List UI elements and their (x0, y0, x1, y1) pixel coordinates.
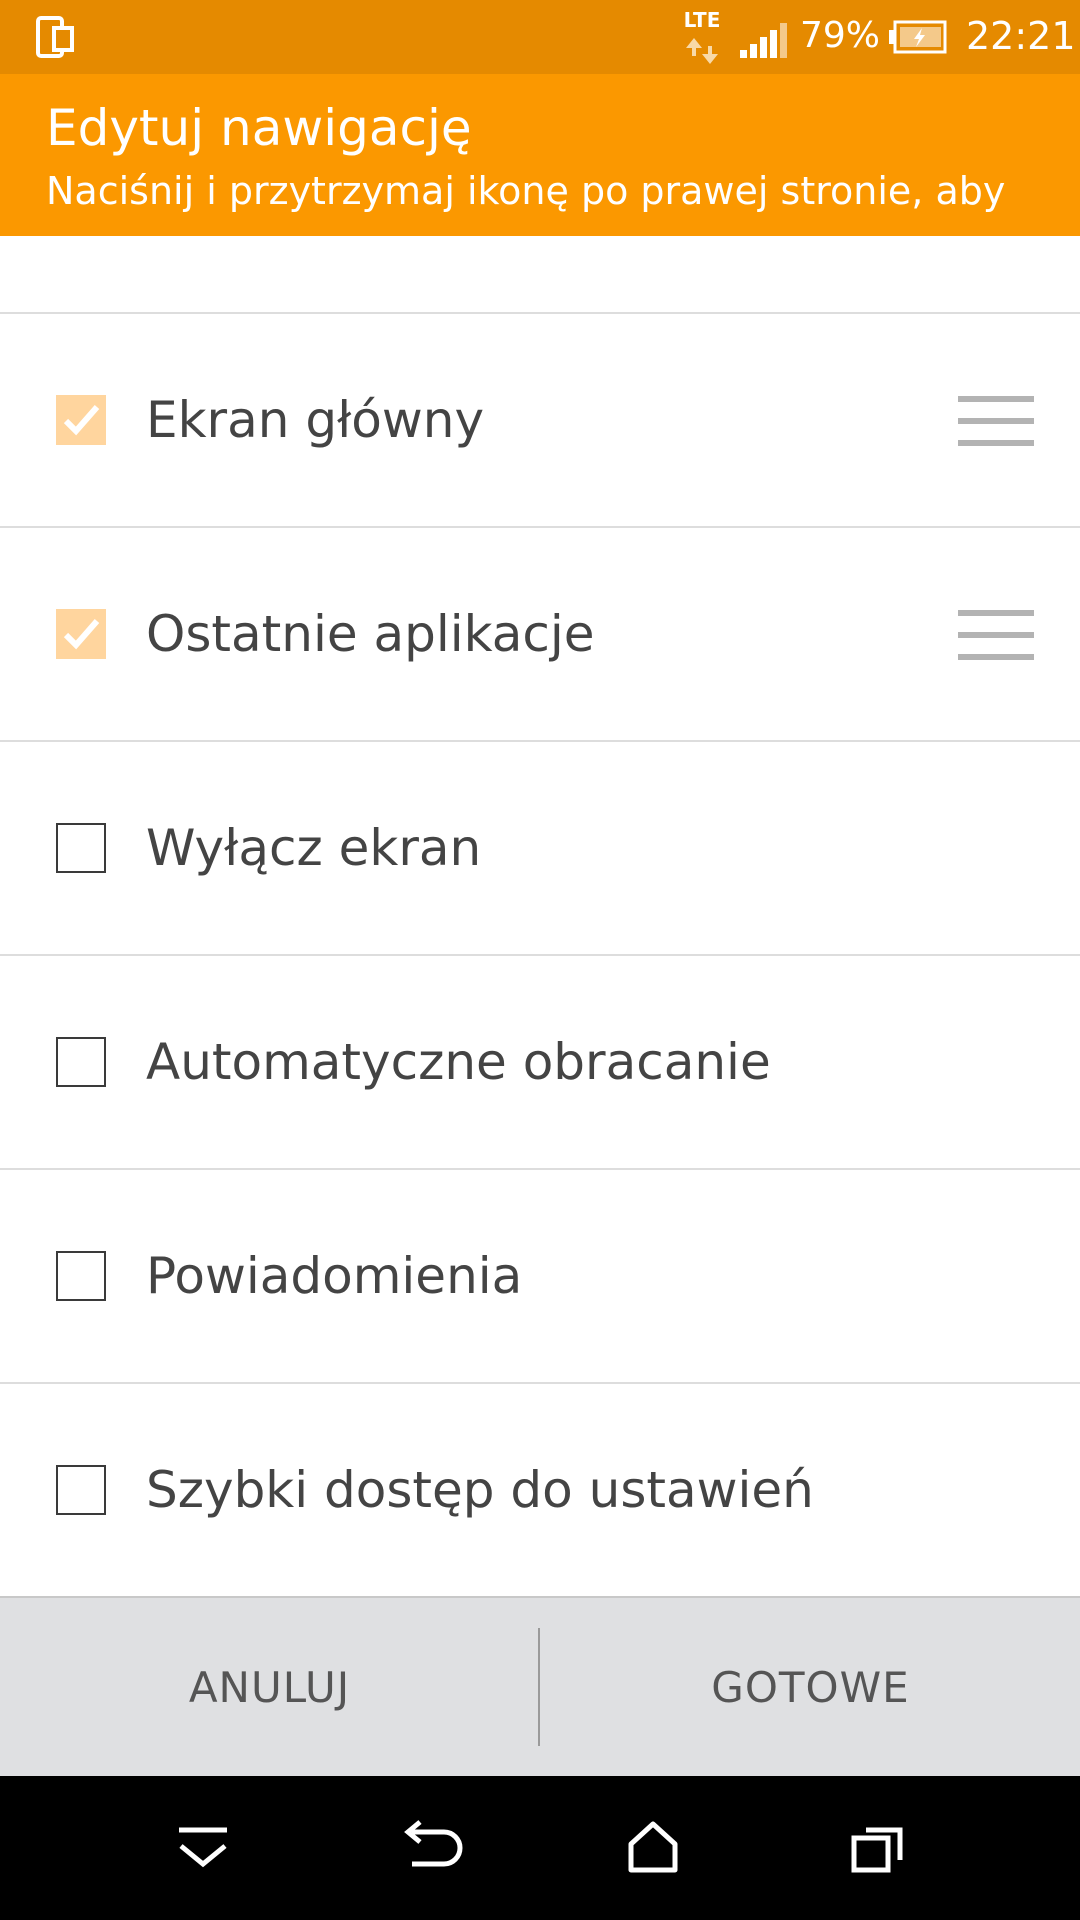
home-icon[interactable] (615, 1810, 691, 1886)
action-bar: ANULUJ GOTOWE (0, 1596, 1080, 1776)
clock: 22:21 (966, 14, 1076, 58)
lte-data-icon: LTE (678, 8, 726, 66)
list-item-screen-off[interactable]: Wyłącz ekran (0, 742, 1080, 956)
cancel-button[interactable]: ANULUJ (0, 1598, 539, 1776)
list-top-spacer (0, 236, 1080, 314)
checkbox-quick-settings[interactable] (56, 1465, 106, 1515)
checkbox-recent-apps[interactable] (56, 609, 106, 659)
item-label: Ekran główny (146, 391, 485, 449)
battery-charging-icon (888, 20, 948, 54)
checkbox-auto-rotate[interactable] (56, 1037, 106, 1087)
checkmark-icon (63, 619, 100, 650)
list-item-quick-settings[interactable]: Szybki dostęp do ustawień (0, 1384, 1080, 1598)
item-label: Ostatnie aplikacje (146, 605, 595, 663)
drag-handle-icon[interactable] (958, 396, 1034, 446)
checkbox-home-screen[interactable] (56, 395, 106, 445)
page-title: Edytuj nawigację (46, 99, 472, 157)
page-subtitle: Naciśnij i przytrzymaj ikonę po prawej s… (46, 169, 1006, 213)
done-button[interactable]: GOTOWE (541, 1598, 1080, 1776)
item-label: Szybki dostęp do ustawień (146, 1461, 814, 1519)
signal-icon (738, 22, 790, 58)
item-label: Wyłącz ekran (146, 819, 482, 877)
checkbox-screen-off[interactable] (56, 823, 106, 873)
subtitle-fade (1010, 160, 1080, 224)
screen-share-icon (36, 16, 76, 58)
list-item-home-screen[interactable]: Ekran główny (0, 314, 1080, 528)
action-divider (538, 1628, 540, 1746)
checkbox-notifications[interactable] (56, 1251, 106, 1301)
drag-handle-icon[interactable] (958, 610, 1034, 660)
list-item-recent-apps[interactable]: Ostatnie aplikacje (0, 528, 1080, 742)
network-type: LTE (683, 8, 721, 32)
hide-nav-icon[interactable] (165, 1810, 241, 1886)
item-label: Automatyczne obracanie (146, 1033, 771, 1091)
checkmark-icon (63, 405, 100, 436)
status-bar: LTE 79% 22:21 (0, 0, 1080, 74)
back-icon[interactable] (390, 1810, 466, 1886)
list-item-notifications[interactable]: Powiadomienia (0, 1170, 1080, 1384)
navigation-bar (0, 1776, 1080, 1920)
item-label: Powiadomienia (146, 1247, 523, 1305)
recents-icon[interactable] (840, 1810, 916, 1886)
list-item-auto-rotate[interactable]: Automatyczne obracanie (0, 956, 1080, 1170)
app-header: Edytuj nawigację Naciśnij i przytrzymaj … (0, 74, 1080, 236)
battery-percent: 79% (800, 15, 881, 56)
navigation-items-list: Ekran główny Ostatnie aplikacje Wyłącz e… (0, 314, 1080, 1598)
